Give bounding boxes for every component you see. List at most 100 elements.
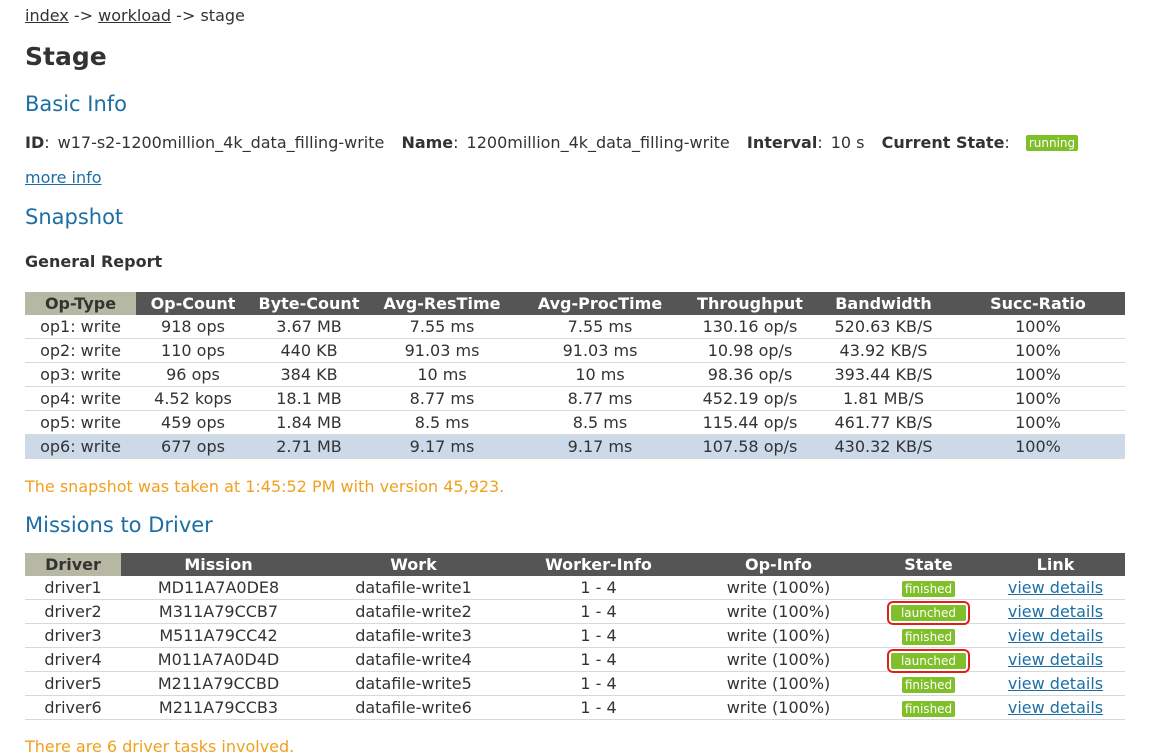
table-row: op1: write 918 ops 3.67 MB 7.55 ms 7.55 … bbox=[25, 315, 1125, 339]
link-cell: view details bbox=[986, 671, 1125, 696]
throughput-cell: 130.16 op/s bbox=[684, 315, 816, 339]
missions-table: Driver Mission Work Worker-Info Op-Info … bbox=[25, 553, 1125, 720]
throughput-cell: 98.36 op/s bbox=[684, 362, 816, 387]
mission-cell: M211A79CCB3 bbox=[121, 695, 316, 720]
current-state-label: Current State bbox=[881, 133, 1005, 152]
state-badge: launched bbox=[886, 601, 971, 625]
worker-info-cell: 1 - 4 bbox=[511, 623, 686, 648]
view-details-link[interactable]: view details bbox=[1008, 626, 1103, 645]
name-value: 1200million_4k_data_filling-write bbox=[466, 133, 730, 152]
column-header[interactable]: Op-Count bbox=[136, 292, 250, 315]
column-header[interactable]: Op-Type bbox=[25, 292, 136, 315]
breadcrumb: index -> workload -> stage bbox=[25, 6, 245, 25]
column-header[interactable]: Avg-ProcTime bbox=[516, 292, 684, 315]
driver-cell: driver3 bbox=[25, 623, 121, 648]
op-count-cell: 110 ops bbox=[136, 338, 250, 363]
column-header[interactable]: Throughput bbox=[684, 292, 816, 315]
work-cell: datafile-write1 bbox=[316, 576, 511, 600]
work-cell: datafile-write4 bbox=[316, 647, 511, 672]
table-row: driver4 M011A7A0D4D datafile-write4 1 - … bbox=[25, 647, 1125, 673]
column-header[interactable]: Mission bbox=[121, 553, 316, 576]
column-header[interactable]: Byte-Count bbox=[250, 292, 368, 315]
state-badge: launched bbox=[886, 649, 971, 673]
link-cell: view details bbox=[986, 576, 1125, 600]
table-row: op5: write 459 ops 1.84 MB 8.5 ms 8.5 ms… bbox=[25, 410, 1125, 435]
link-cell: view details bbox=[986, 695, 1125, 720]
basic-info-line: ID: w17-s2-1200million_4k_data_filling-wr… bbox=[25, 133, 1079, 152]
table-row: driver5 M211A79CCBD datafile-write5 1 - … bbox=[25, 671, 1125, 696]
column-header[interactable]: Avg-ResTime bbox=[368, 292, 516, 315]
byte-count-cell: 1.84 MB bbox=[250, 410, 368, 435]
column-header[interactable]: Succ-Ratio bbox=[951, 292, 1125, 315]
work-cell: datafile-write6 bbox=[316, 695, 511, 720]
avg-restime-cell: 8.77 ms bbox=[368, 386, 516, 411]
general-report-table: Op-Type Op-Count Byte-Count Avg-ResTime … bbox=[25, 292, 1125, 459]
id-label: ID bbox=[25, 133, 45, 152]
view-details-link[interactable]: view details bbox=[1008, 698, 1103, 717]
driver-cell: driver6 bbox=[25, 695, 121, 720]
throughput-cell: 115.44 op/s bbox=[684, 410, 816, 435]
bandwidth-cell: 393.44 KB/S bbox=[816, 362, 951, 387]
table-row: op4: write 4.52 kops 18.1 MB 8.77 ms 8.7… bbox=[25, 386, 1125, 411]
breadcrumb-workload-link[interactable]: workload bbox=[98, 6, 171, 25]
avg-proctime-cell: 9.17 ms bbox=[516, 434, 684, 459]
driver-cell: driver4 bbox=[25, 647, 121, 672]
table-row: op3: write 96 ops 384 KB 10 ms 10 ms 98.… bbox=[25, 362, 1125, 387]
mission-cell: M211A79CCBD bbox=[121, 671, 316, 696]
table-row: op2: write 110 ops 440 KB 91.03 ms 91.03… bbox=[25, 338, 1125, 363]
op-count-cell: 4.52 kops bbox=[136, 386, 250, 411]
link-cell: view details bbox=[986, 599, 1125, 624]
column-header[interactable]: Driver bbox=[25, 553, 121, 576]
view-details-link[interactable]: view details bbox=[1008, 674, 1103, 693]
worker-info-cell: 1 - 4 bbox=[511, 647, 686, 672]
op-info-cell: write (100%) bbox=[686, 671, 871, 696]
worker-info-cell: 1 - 4 bbox=[511, 695, 686, 720]
id-value: w17-s2-1200million_4k_data_filling-write bbox=[57, 133, 385, 152]
state-badge: finished bbox=[901, 581, 956, 597]
byte-count-cell: 18.1 MB bbox=[250, 386, 368, 411]
op-count-cell: 459 ops bbox=[136, 410, 250, 435]
more-info-link[interactable]: more info bbox=[25, 168, 102, 187]
avg-proctime-cell: 8.5 ms bbox=[516, 410, 684, 435]
driver-cell: driver2 bbox=[25, 599, 121, 624]
worker-info-cell: 1 - 4 bbox=[511, 671, 686, 696]
avg-restime-cell: 91.03 ms bbox=[368, 338, 516, 363]
succ-ratio-cell: 100% bbox=[951, 362, 1125, 387]
column-header[interactable]: State bbox=[871, 553, 986, 576]
view-details-link[interactable]: view details bbox=[1008, 602, 1103, 621]
column-header[interactable]: Worker-Info bbox=[511, 553, 686, 576]
state-badge: finished bbox=[901, 629, 956, 645]
table-header-row: Driver Mission Work Worker-Info Op-Info … bbox=[25, 553, 1125, 576]
breadcrumb-separator: -> bbox=[73, 6, 94, 25]
bandwidth-cell: 461.77 KB/S bbox=[816, 410, 951, 435]
state-cell: finished bbox=[871, 671, 986, 696]
state-cell: finished bbox=[871, 623, 986, 648]
view-details-link[interactable]: view details bbox=[1008, 578, 1103, 597]
link-cell: view details bbox=[986, 647, 1125, 672]
avg-restime-cell: 7.55 ms bbox=[368, 315, 516, 339]
op-type-cell: op3: write bbox=[25, 362, 136, 387]
missions-note: There are 6 driver tasks involved. bbox=[25, 737, 295, 756]
name-label: Name bbox=[401, 133, 454, 152]
interval-value: 10 s bbox=[830, 133, 865, 152]
op-info-cell: write (100%) bbox=[686, 623, 871, 648]
op-type-cell: op4: write bbox=[25, 386, 136, 411]
op-count-cell: 96 ops bbox=[136, 362, 250, 387]
mission-cell: MD11A7A0DE8 bbox=[121, 576, 316, 600]
table-header-row: Op-Type Op-Count Byte-Count Avg-ResTime … bbox=[25, 292, 1125, 315]
bandwidth-cell: 43.92 KB/S bbox=[816, 338, 951, 363]
column-header[interactable]: Link bbox=[986, 553, 1125, 576]
bandwidth-cell: 430.32 KB/S bbox=[816, 434, 951, 459]
bandwidth-cell: 520.63 KB/S bbox=[816, 315, 951, 339]
table-row: op6: write 677 ops 2.71 MB 9.17 ms 9.17 … bbox=[25, 434, 1125, 459]
link-cell: view details bbox=[986, 623, 1125, 648]
view-details-link[interactable]: view details bbox=[1008, 650, 1103, 669]
column-header[interactable]: Work bbox=[316, 553, 511, 576]
column-header[interactable]: Op-Info bbox=[686, 553, 871, 576]
throughput-cell: 452.19 op/s bbox=[684, 386, 816, 411]
op-info-cell: write (100%) bbox=[686, 695, 871, 720]
succ-ratio-cell: 100% bbox=[951, 434, 1125, 459]
column-header[interactable]: Bandwidth bbox=[816, 292, 951, 315]
driver-cell: driver5 bbox=[25, 671, 121, 696]
breadcrumb-index-link[interactable]: index bbox=[25, 6, 69, 25]
